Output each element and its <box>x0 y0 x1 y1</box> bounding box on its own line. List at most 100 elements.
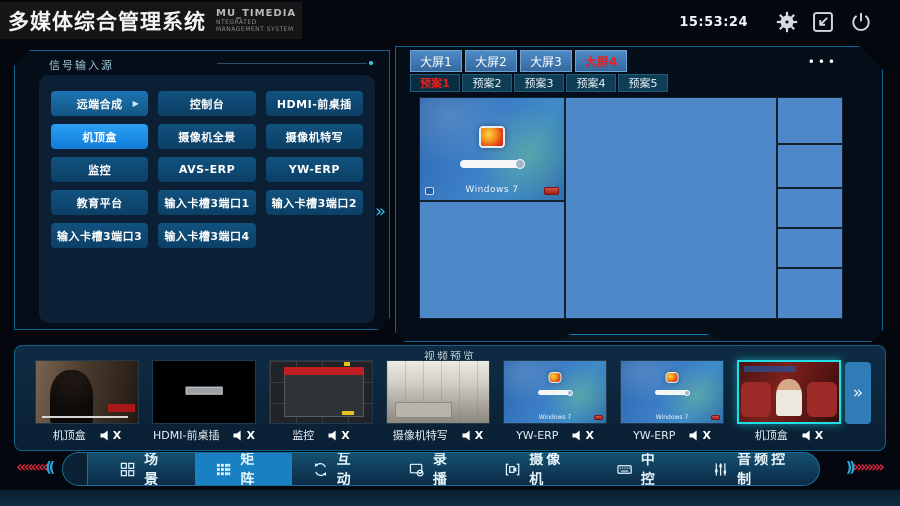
tab-preset-3[interactable]: 预案3 <box>514 74 564 92</box>
tab-preset-2[interactable]: 预案2 <box>462 74 512 92</box>
video-wall-grid: Windows 7 <box>419 97 843 319</box>
source-button-hdmi-desk[interactable]: HDMI-前桌插 <box>266 91 363 116</box>
top-bar: 多媒体综合管理系统 MU_TIMEDIA NTEGRATED MANAGEMEN… <box>0 0 900 45</box>
source-button-slot3-port3[interactable]: 输入卡槽3端口3 <box>51 223 148 248</box>
preview-item-yw-erp-1[interactable]: Windows 7 YW-ERP X <box>503 360 607 446</box>
shutdown-button-icon <box>544 187 559 195</box>
source-button-slot3-port1[interactable]: 输入卡槽3端口1 <box>158 190 255 215</box>
video-thumbnail: Windows 7 <box>620 360 724 424</box>
mute-icon[interactable]: X <box>233 429 254 442</box>
windows-logo-icon <box>666 372 679 383</box>
brand-name: MU_TIMEDIA <box>216 8 302 19</box>
video-frame-shape <box>776 379 802 416</box>
tab-screen-4[interactable]: 大屏4 <box>575 50 627 72</box>
source-button-label: 远端合成 <box>77 96 123 112</box>
source-button-camera-closeup[interactable]: 摄像机特写 <box>266 124 363 149</box>
video-thumbnail <box>386 360 490 424</box>
settings-gear-icon[interactable] <box>774 9 800 35</box>
tab-screen-1[interactable]: 大屏1 <box>410 50 462 72</box>
ease-of-access-icon <box>425 187 434 195</box>
mute-icon[interactable]: X <box>802 429 823 442</box>
title-rule <box>217 63 367 64</box>
wall-cell-empty[interactable] <box>777 188 843 228</box>
app-subtitle: MU_TIMEDIA NTEGRATED MANAGEMENT SYSTEM <box>216 8 302 33</box>
shutdown-button-icon <box>594 415 603 420</box>
tab-preset-1[interactable]: 预案1 <box>410 74 460 92</box>
thumbnail-label: YW-ERP <box>516 429 558 442</box>
wall-cell-source-preview[interactable]: Windows 7 <box>419 97 565 201</box>
source-button-edu-platform[interactable]: 教育平台 <box>51 190 148 215</box>
source-button-slot3-port4[interactable]: 输入卡槽3端口4 <box>158 223 255 248</box>
video-frame-shape <box>395 402 452 418</box>
thumbnail-label: YW-ERP <box>633 429 675 442</box>
source-button-console[interactable]: 控制台 <box>158 91 255 116</box>
more-menu-icon[interactable]: ••• <box>808 55 838 69</box>
mute-icon[interactable]: X <box>572 429 593 442</box>
os-label: Windows 7 <box>656 414 689 421</box>
wall-cell-empty[interactable] <box>419 201 565 319</box>
nav-item-scene[interactable]: 场景 <box>99 453 195 485</box>
tab-preset-5[interactable]: 预案5 <box>618 74 668 92</box>
preview-item-hdmi-desk[interactable]: HDMI-前桌插 X <box>152 360 256 446</box>
preview-thumbnails: 机顶盒 X HDMI-前桌插 X <box>35 360 841 446</box>
video-frame-shape <box>344 362 350 366</box>
preview-item-settop-box[interactable]: 机顶盒 X <box>35 360 139 446</box>
source-button-yw-erp[interactable]: YW-ERP <box>266 157 363 182</box>
nav-item-audio-control[interactable]: 音频控制 <box>692 453 819 485</box>
source-button-grid: 远端合成 ▶ 控制台 HDMI-前桌插 机顶盒 摄像机全景 摄像机特写 监控 A… <box>39 75 375 323</box>
expand-panel-chevron-icon[interactable]: » <box>375 201 386 222</box>
preview-item-yw-erp-2[interactable]: Windows 7 YW-ERP X <box>620 360 724 446</box>
source-button-avs-erp[interactable]: AVS-ERP <box>158 157 255 182</box>
video-frame-shape <box>108 404 135 412</box>
thumbnail-label: 机顶盒 <box>755 427 788 443</box>
password-field <box>538 390 572 395</box>
wall-cell-empty[interactable] <box>777 144 843 188</box>
nav-item-matrix[interactable]: 矩阵 <box>195 453 291 485</box>
video-thumbnail <box>35 360 139 424</box>
thumbnail-label: HDMI-前桌插 <box>153 427 219 443</box>
app-title: 多媒体综合管理系统 <box>8 6 206 36</box>
source-button-camera-wide[interactable]: 摄像机全景 <box>158 124 255 149</box>
wall-cell-empty[interactable] <box>777 97 843 144</box>
preview-item-camera-closeup[interactable]: 摄像机特写 X <box>386 360 490 446</box>
video-thumbnail <box>269 360 373 424</box>
power-icon[interactable] <box>848 9 874 35</box>
mode-nav-bar: ««««(( 场景 矩阵 互动 <box>0 452 900 492</box>
video-thumbnail <box>737 360 841 424</box>
thumbnail-label: 摄像机特写 <box>393 427 448 443</box>
right-chevron-decoration: ))»»»» <box>846 457 882 476</box>
tab-screen-3[interactable]: 大屏3 <box>520 50 572 72</box>
nav-bar: 场景 矩阵 互动 录播 <box>62 452 820 486</box>
nav-item-central-control[interactable]: 中控 <box>596 453 692 485</box>
windows7-login-preview: Windows 7 <box>420 98 564 200</box>
source-button-remote-compose[interactable]: 远端合成 ▶ <box>51 91 148 116</box>
next-thumbnails-chevron-icon[interactable]: » <box>845 362 871 424</box>
video-frame-shape <box>807 382 837 417</box>
video-frame-shape <box>342 411 354 415</box>
wall-cell-empty[interactable] <box>777 228 843 268</box>
tab-preset-4[interactable]: 预案4 <box>566 74 616 92</box>
mute-icon[interactable]: X <box>328 429 349 442</box>
video-thumbnail <box>152 360 256 424</box>
nav-item-camera[interactable]: 摄像机 <box>484 453 596 485</box>
password-field <box>460 160 524 168</box>
nav-item-recording[interactable]: 录播 <box>388 453 484 485</box>
mute-icon[interactable]: X <box>689 429 710 442</box>
source-button-slot3-port2[interactable]: 输入卡槽3端口2 <box>266 190 363 215</box>
video-preview-panel: 视频预览 机顶盒 X HDMI-前桌插 <box>14 345 886 451</box>
minimize-window-icon[interactable] <box>810 9 836 35</box>
nav-item-interaction[interactable]: 互动 <box>292 453 388 485</box>
preview-item-monitoring[interactable]: 监控 X <box>269 360 373 446</box>
mute-icon[interactable]: X <box>462 429 483 442</box>
os-label: Windows 7 <box>465 185 518 195</box>
login-arrow-icon <box>515 159 525 169</box>
wall-cell-empty[interactable] <box>777 268 843 319</box>
mute-icon[interactable]: X <box>100 429 121 442</box>
wall-cell-empty[interactable] <box>565 97 777 319</box>
tab-screen-2[interactable]: 大屏2 <box>465 50 517 72</box>
preview-item-settop-box-selected[interactable]: 机顶盒 X <box>737 360 841 446</box>
video-frame-shape <box>741 382 771 417</box>
source-button-settop-box[interactable]: 机顶盒 <box>51 124 148 149</box>
source-button-monitoring[interactable]: 监控 <box>51 157 148 182</box>
panel-notch-decoration <box>554 334 724 341</box>
